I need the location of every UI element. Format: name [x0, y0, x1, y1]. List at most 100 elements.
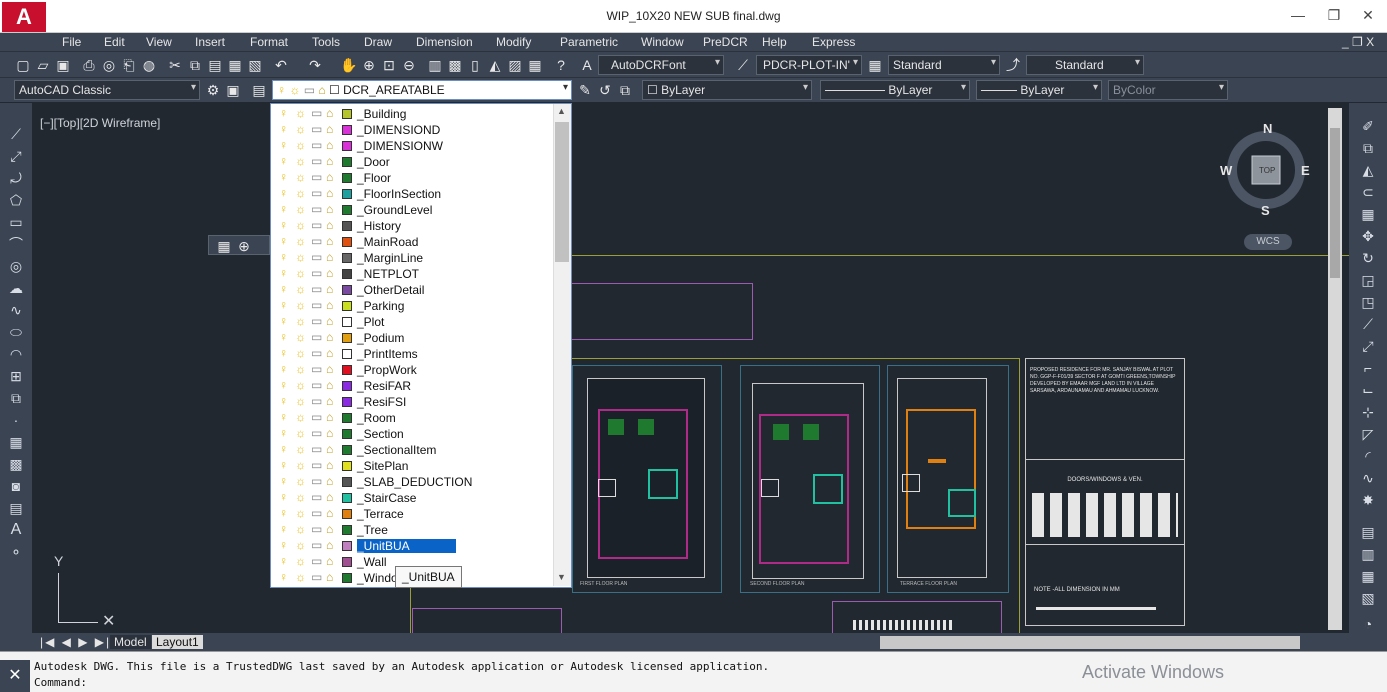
layer-color-swatch[interactable]	[342, 285, 352, 295]
layer-row[interactable]: ♀ ☼ ▭ ⌂ _DIMENSIONW	[271, 138, 553, 154]
copy-object-icon[interactable]: ⧉	[1356, 139, 1380, 157]
layer-lock-icon[interactable]: ⌂	[326, 426, 333, 440]
layer-thaw-icon[interactable]: ☼	[295, 490, 306, 504]
layer-list-scroll-thumb[interactable]	[555, 122, 569, 262]
break-icon[interactable]: ⌐	[1356, 359, 1380, 377]
design-center-icon[interactable]: ▩	[446, 56, 464, 74]
layer-lock-icon[interactable]: ⌂	[326, 170, 333, 184]
layer-color-swatch[interactable]	[342, 109, 352, 119]
ellipse-icon[interactable]: ⬭	[4, 323, 28, 341]
layer-row[interactable]: ♀ ☼ ▭ ⌂ _MainRoad	[271, 234, 553, 250]
layer-lock-icon[interactable]: ⌂	[326, 282, 333, 296]
layer-row[interactable]: ♀ ☼ ▭ ⌂ _Floor	[271, 170, 553, 186]
layer-viewport-freeze-icon[interactable]: ▭	[311, 106, 322, 120]
layer-color-swatch[interactable]	[342, 253, 352, 263]
menu-express[interactable]: Express	[812, 35, 855, 49]
table-style-combo[interactable]: Standard ▾	[888, 55, 1000, 75]
layer-color-swatch[interactable]	[342, 317, 352, 327]
arc-icon[interactable]: ⌒	[4, 235, 28, 253]
layer-viewport-freeze-icon[interactable]: ▭	[311, 234, 322, 248]
layer-row[interactable]: ♀ ☼ ▭ ⌂ _SLAB_DEDUCTION	[271, 474, 553, 490]
extend-icon[interactable]: ⤢	[1356, 337, 1380, 355]
trim-icon[interactable]: ⟋	[1356, 315, 1380, 333]
layer-lock-icon[interactable]: ⌂	[326, 490, 333, 504]
viewcube-top-label[interactable]: TOP	[1259, 166, 1275, 175]
insert-block-icon[interactable]: ⊞	[4, 367, 28, 385]
layer-on-icon[interactable]: ♀	[279, 442, 288, 456]
layer-color-swatch[interactable]	[342, 125, 352, 135]
layer-thaw-icon[interactable]: ☼	[295, 234, 306, 248]
layer-color-swatch[interactable]	[342, 397, 352, 407]
viewcube-south[interactable]: S	[1261, 203, 1270, 218]
layer-lock-icon[interactable]: ⌂	[326, 554, 333, 568]
layer-lock-icon[interactable]: ⌂	[326, 266, 333, 280]
layer-on-icon[interactable]: ♀	[279, 490, 288, 504]
layer-color-swatch[interactable]	[342, 141, 352, 151]
polyline-icon[interactable]: ⤾	[4, 169, 28, 187]
layer-thaw-icon[interactable]: ☼	[295, 378, 306, 392]
join-icon[interactable]: ⊹	[1356, 403, 1380, 421]
layer-color-swatch[interactable]	[342, 509, 352, 519]
layout-icon-1[interactable]: ▤	[1356, 523, 1380, 541]
layer-color-swatch[interactable]	[342, 365, 352, 375]
scale-icon[interactable]: ◲	[1356, 271, 1380, 289]
tab-model[interactable]: Model	[110, 635, 151, 649]
multileader-style-icon[interactable]: ⤴	[1004, 56, 1022, 74]
layer-on-icon[interactable]: ♀	[279, 250, 288, 264]
layer-previous-icon[interactable]: ↺	[596, 81, 614, 99]
layer-color-swatch[interactable]	[342, 493, 352, 503]
layer-viewport-freeze-icon[interactable]: ▭	[311, 570, 322, 584]
open-file-icon[interactable]: ▱	[34, 56, 52, 74]
layer-row[interactable]: ♀ ☼ ▭ ⌂ _Terrace	[271, 506, 553, 522]
layer-thaw-icon[interactable]: ☼	[295, 474, 306, 488]
layer-on-icon[interactable]: ♀	[279, 298, 288, 312]
document-window-controls[interactable]: _ ❐ X	[1342, 35, 1374, 49]
layer-viewport-freeze-icon[interactable]: ▭	[311, 522, 322, 536]
layer-thaw-icon[interactable]: ☼	[295, 250, 306, 264]
viewcube-east[interactable]: E	[1301, 163, 1310, 178]
layer-on-icon[interactable]: ♀	[279, 538, 288, 552]
layer-row[interactable]: ♀ ☼ ▭ ⌂ _MarginLine	[271, 250, 553, 266]
layer-thaw-icon[interactable]: ☼	[295, 506, 306, 520]
layer-color-swatch[interactable]	[342, 573, 352, 583]
layer-viewport-freeze-icon[interactable]: ▭	[311, 266, 322, 280]
scroll-up-icon[interactable]: ▲	[557, 106, 566, 116]
layer-thaw-icon[interactable]: ☼	[295, 154, 306, 168]
layer-lock-icon[interactable]: ⌂	[326, 154, 333, 168]
menu-predcr[interactable]: PreDCR	[703, 35, 748, 49]
layer-lock-icon[interactable]: ⌂	[326, 234, 333, 248]
erase-icon[interactable]: ✐	[1356, 117, 1380, 135]
layer-thaw-icon[interactable]: ☼	[295, 426, 306, 440]
layer-thaw-icon[interactable]: ☼	[295, 410, 306, 424]
layer-lock-icon[interactable]: ⌂	[326, 378, 333, 392]
layer-on-icon[interactable]: ♀	[279, 186, 288, 200]
layer-color-swatch[interactable]	[342, 205, 352, 215]
region-icon[interactable]: ◙	[4, 477, 28, 495]
layer-row[interactable]: ♀ ☼ ▭ ⌂ _ResiFSI	[271, 394, 553, 410]
new-file-icon[interactable]: ▢	[14, 56, 32, 74]
layer-viewport-freeze-icon[interactable]: ▭	[311, 314, 322, 328]
viewport-controls-label[interactable]: [−][Top][2D Wireframe]	[40, 116, 160, 130]
layer-on-icon[interactable]: ♀	[279, 202, 288, 216]
layer-color-swatch[interactable]	[342, 301, 352, 311]
menu-parametric[interactable]: Parametric	[560, 35, 618, 49]
mirror-icon[interactable]: ◭	[1356, 161, 1380, 179]
layer-viewport-freeze-icon[interactable]: ▭	[311, 506, 322, 520]
paste-icon[interactable]: ▤	[206, 56, 224, 74]
layer-row[interactable]: ♀ ☼ ▭ ⌂ _Tree	[271, 522, 553, 538]
layer-viewport-freeze-icon[interactable]: ▭	[311, 170, 322, 184]
properties-icon[interactable]: ▥	[426, 56, 444, 74]
layer-lock-icon[interactable]: ⌂	[326, 442, 333, 456]
layer-thaw-icon[interactable]: ☼	[295, 202, 306, 216]
multileader-style-combo[interactable]: Standard ▾	[1026, 55, 1144, 75]
menu-file[interactable]: File	[62, 35, 81, 49]
layer-thaw-icon[interactable]: ☼	[295, 442, 306, 456]
make-current-icon[interactable]: ✎	[576, 81, 594, 99]
multiline-text-icon[interactable]: A	[4, 521, 28, 539]
layer-thaw-icon[interactable]: ☼	[295, 346, 306, 360]
zoom-window-icon[interactable]: ⊡	[380, 56, 398, 74]
layer-states-icon[interactable]: ⧉	[616, 81, 634, 99]
layer-color-swatch[interactable]	[342, 157, 352, 167]
layer-on-icon[interactable]: ♀	[279, 266, 288, 280]
zoom-previous-icon[interactable]: ⊖	[400, 56, 418, 74]
